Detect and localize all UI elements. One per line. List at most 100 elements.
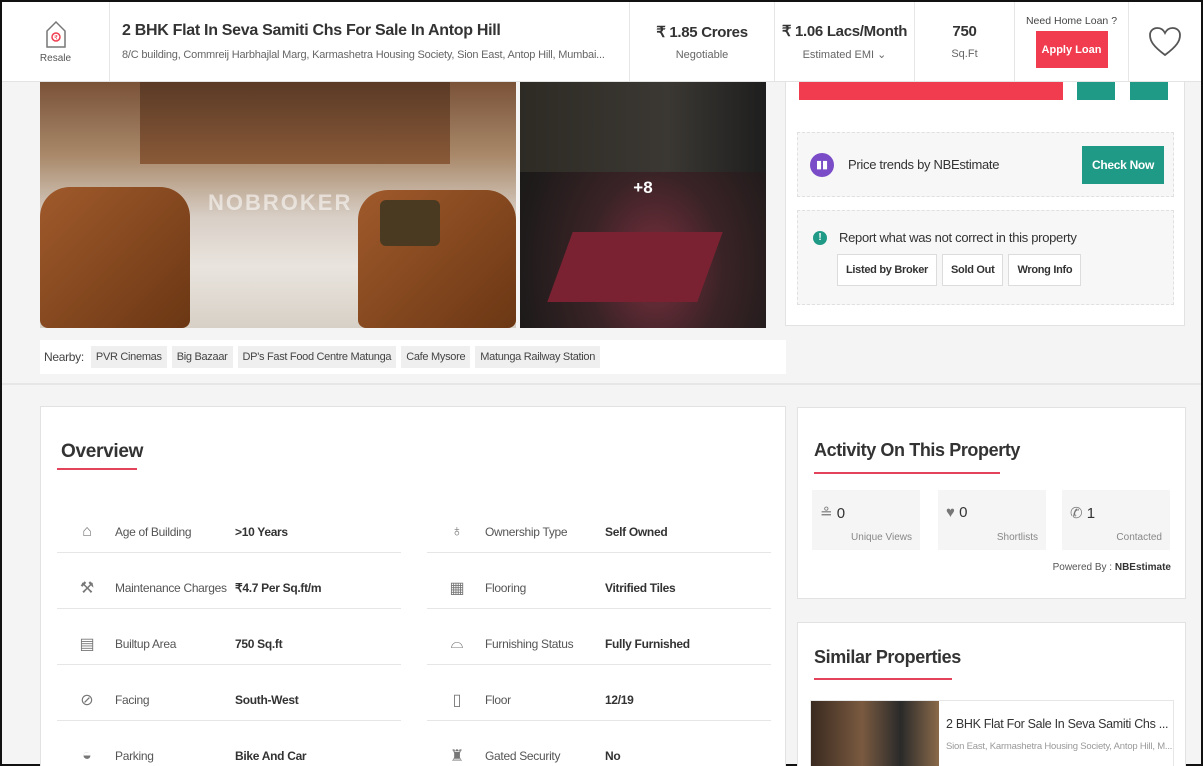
similar-property-address: Sion East, Karmashetra Housing Society, …	[946, 741, 1173, 752]
bed	[547, 232, 723, 302]
overview-value: 750 Sq.ft	[235, 636, 283, 651]
powered-by: Powered By : NBEstimate	[1053, 562, 1171, 573]
overview-label: Parking	[115, 749, 154, 763]
flooring-icon: ▦	[449, 579, 465, 597]
similar-property-card[interactable]: 2 BHK Flat For Sale In Seva Samiti Chs .…	[810, 700, 1174, 766]
overview-value: Vitrified Tiles	[605, 580, 676, 595]
alert-icon: !	[813, 230, 827, 245]
overview-label: Builtup Area	[115, 636, 177, 651]
ownership-icon: ♁	[451, 522, 463, 540]
overview-section: Overview ⌂ Age of Building >10 Years ♁ O…	[40, 406, 786, 766]
overview-label: Floor	[485, 692, 511, 707]
loan-question: Need Home Loan ?	[1025, 15, 1118, 27]
overview-value: Bike And Car	[235, 749, 307, 763]
powered-by-brand: NBEstimate	[1114, 562, 1171, 573]
overview-value: >10 Years	[235, 524, 288, 539]
calendar-button[interactable]	[1077, 82, 1115, 100]
overview-label: Facing	[115, 692, 150, 707]
nearby-chip[interactable]: PVR Cinemas	[90, 346, 167, 368]
section-divider	[2, 383, 1201, 385]
nearby-chip[interactable]: Big Bazaar	[171, 346, 233, 368]
sold-out-button[interactable]: Sold Out	[942, 254, 1004, 286]
overview-title: Overview	[61, 441, 144, 462]
heart-icon: ♥	[946, 504, 955, 521]
overview-item: ▦ Flooring Vitrified Tiles	[427, 567, 771, 609]
powered-by-label: Powered By :	[1052, 562, 1113, 573]
property-title: 2 BHK Flat In Seva Samiti Chs For Sale I…	[122, 22, 501, 39]
car-icon: ◒	[82, 747, 92, 764]
resale-badge: ₹ Resale	[2, 2, 110, 81]
price-trends-text: Price trends by NBEstimate	[848, 157, 1000, 172]
person-icon: ≗	[820, 505, 833, 522]
phone-icon: ✆	[1070, 505, 1083, 522]
nearby-chip[interactable]: DP's Fast Food Centre Matunga	[237, 346, 397, 368]
nearby-bar: Nearby: PVR Cinemas Big Bazaar DP's Fast…	[40, 340, 786, 374]
compass-icon: ⊘	[80, 691, 94, 709]
overview-value: South-West	[235, 692, 299, 707]
similar-underline	[814, 678, 952, 680]
similar-property-photo	[811, 701, 939, 766]
floor-icon: ▯	[452, 691, 462, 709]
title-block: 2 BHK Flat In Seva Samiti Chs For Sale I…	[110, 2, 630, 81]
more-photos-tile[interactable]: +8	[520, 82, 766, 328]
house-icon: ₹	[45, 20, 66, 48]
overview-label: Maintenance Charges	[115, 580, 227, 595]
chat-button[interactable]	[1130, 82, 1168, 100]
area-unit: Sq.Ft	[951, 48, 978, 60]
overview-value: No	[605, 749, 621, 763]
overview-item: ▤ Builtup Area 750 Sq.ft	[57, 623, 401, 665]
sofa-left	[40, 187, 190, 328]
area-block: 750 Sq.Ft	[915, 2, 1015, 81]
shortlist-button[interactable]	[1129, 2, 1201, 81]
resale-label: Resale	[39, 53, 72, 64]
overview-label: Gated Security	[485, 749, 561, 763]
overview-label: Furnishing Status	[485, 636, 574, 651]
loan-block: Need Home Loan ? Apply Loan	[1015, 2, 1129, 81]
overview-value: ₹4.7 Per Sq.ft/m	[235, 580, 322, 595]
check-now-button[interactable]: Check Now	[1082, 145, 1164, 184]
wrong-info-button[interactable]: Wrong Info	[1008, 254, 1082, 286]
chart-icon: ▮▮	[810, 152, 834, 177]
overview-item: ⌓ Furnishing Status Fully Furnished	[427, 623, 771, 665]
overview-underline	[57, 468, 137, 470]
more-photos-count: +8	[633, 178, 653, 197]
activity-underline	[814, 472, 1000, 474]
activity-section: Activity On This Property ≗ 0 Unique Vie…	[797, 407, 1186, 599]
similar-properties-section: Similar Properties 2 BHK Flat For Sale I…	[797, 622, 1186, 766]
unique-views-label: Unique Views	[851, 532, 912, 543]
cushion	[380, 200, 440, 246]
emi-value: ₹ 1.06 Lacs/Month	[781, 23, 908, 40]
contacted-count: 1	[1086, 505, 1096, 522]
main-photo[interactable]: NOBROKER	[40, 82, 516, 328]
property-address: 8/C building, Commreij Harbhajlal Marg, …	[122, 49, 605, 61]
emi-dropdown[interactable]: Estimated EMI ⌄	[803, 48, 887, 61]
security-guard-icon: ♜	[449, 748, 465, 765]
nearby-label: Nearby:	[44, 350, 84, 364]
area-value: 750	[952, 23, 977, 40]
nearby-chip[interactable]: Cafe Mysore	[401, 346, 471, 368]
contacted-stat: ✆ 1 Contacted	[1062, 490, 1170, 550]
overview-item: ◒ Parking Bike And Car	[57, 735, 401, 766]
contact-owner-button[interactable]	[799, 82, 1063, 100]
maintenance-icon: ⚒	[79, 579, 95, 597]
overview-item: ⌂ Age of Building >10 Years	[57, 511, 401, 553]
wall	[520, 82, 766, 172]
building-age-icon: ⌂	[82, 522, 92, 540]
overview-value: Fully Furnished	[605, 636, 690, 651]
overview-item: ♜ Gated Security No	[427, 735, 771, 766]
nearby-chip[interactable]: Matunga Railway Station	[475, 346, 601, 368]
price-value: ₹ 1.85 Crores	[656, 23, 748, 41]
price-trends-box: ▮▮ Price trends by NBEstimate Check Now	[797, 132, 1174, 197]
overview-item: ▯ Floor 12/19	[427, 679, 771, 721]
apply-loan-button[interactable]: Apply Loan	[1035, 31, 1108, 68]
builtup-area-icon: ▤	[79, 635, 95, 653]
overview-label: Flooring	[485, 580, 526, 595]
overview-item: ♁ Ownership Type Self Owned	[427, 511, 771, 553]
heart-outline-icon	[1149, 26, 1181, 56]
activity-title: Activity On This Property	[814, 440, 1021, 460]
listed-by-broker-button[interactable]: Listed by Broker	[837, 254, 938, 286]
emi-block[interactable]: ₹ 1.06 Lacs/Month Estimated EMI ⌄	[775, 2, 915, 81]
similar-property-title: 2 BHK Flat For Sale In Seva Samiti Chs .…	[946, 717, 1169, 731]
report-box: ! Report what was not correct in this pr…	[797, 210, 1174, 305]
price-block: ₹ 1.85 Crores Negotiable	[630, 2, 775, 81]
